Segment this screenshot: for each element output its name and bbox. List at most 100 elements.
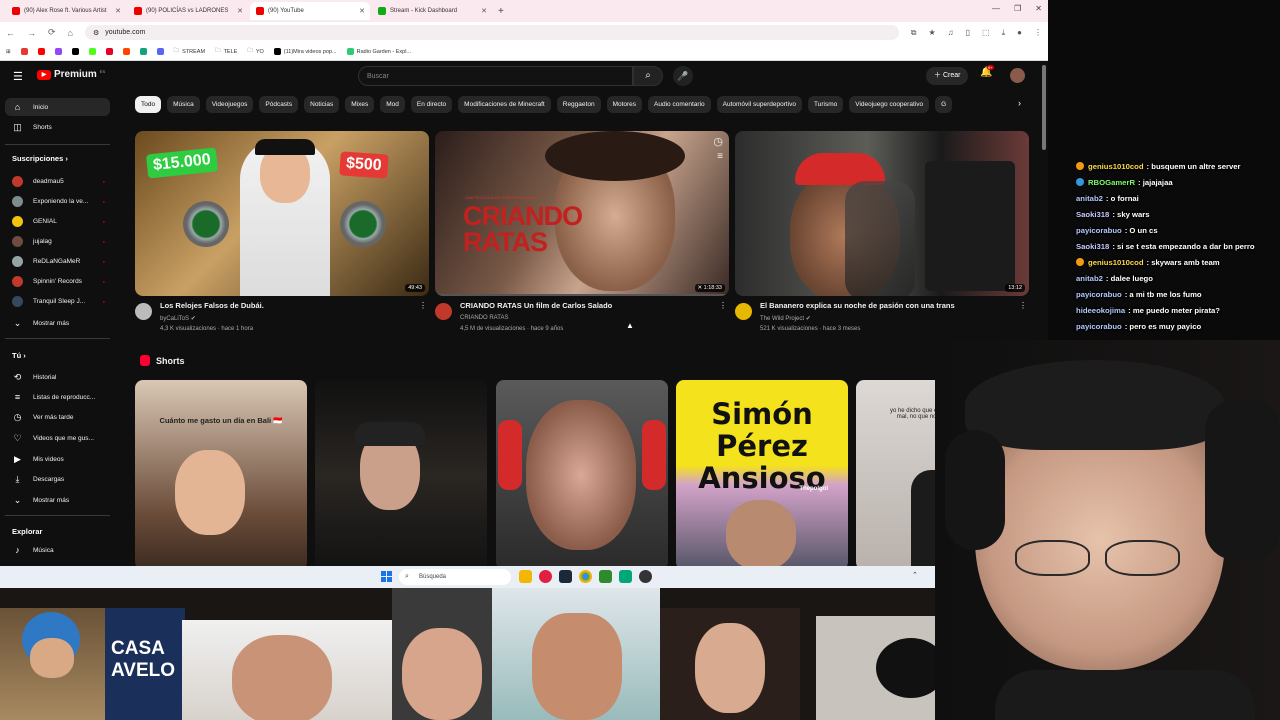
sidebar-item-playlists[interactable]: ≡ Listas de reproducc...	[5, 388, 110, 406]
star-icon[interactable]: ★	[928, 28, 935, 38]
chip[interactable]: Mixes	[345, 96, 375, 113]
search-button[interactable]: ⌕	[633, 66, 663, 86]
add-to-queue-icon[interactable]: ≡	[717, 151, 723, 162]
app-icon[interactable]	[619, 570, 632, 583]
short-card[interactable]: Simón Pérez Ansioso Thepolgol	[676, 380, 848, 566]
more-options-icon[interactable]: ⋮	[1019, 301, 1027, 310]
sidebar-item-downloads[interactable]: ⤓ Descargas	[5, 470, 110, 488]
short-card[interactable]	[315, 380, 487, 566]
video-title[interactable]: CRIANDO RATAS Un film de Carlos Salado	[460, 301, 710, 310]
chip[interactable]: Turismo	[808, 96, 844, 113]
chip[interactable]: Reggaeton	[556, 96, 601, 113]
browser-tab[interactable]: Stream - Kick Dashboard ✕	[372, 2, 492, 20]
subscriptions-header[interactable]: Suscripciones ›	[12, 154, 68, 163]
maximize-icon[interactable]: ❐	[1014, 4, 1021, 13]
media-icon[interactable]: ♫	[948, 28, 954, 38]
bookmark-radio-garden[interactable]: Radio Garden - Expl...	[346, 48, 411, 55]
channel-avatar[interactable]	[435, 303, 452, 320]
bookmark-icon[interactable]	[20, 48, 28, 55]
watch-later-icon[interactable]: ◷	[713, 135, 723, 148]
sidebar-item-inicio[interactable]: ⌂ Inicio	[5, 98, 110, 116]
you-header[interactable]: Tú ›	[12, 351, 26, 360]
forward-icon[interactable]: →	[27, 28, 36, 38]
video-thumbnail[interactable]: $15.000 $500 49:43	[135, 131, 429, 296]
chip[interactable]: Automóvil superdeportivo	[716, 96, 802, 113]
sidebar-icon[interactable]: ▯	[966, 28, 970, 38]
bookmark-icon[interactable]	[88, 48, 96, 55]
bookmark-folder-yo[interactable]: 🗀 YO	[247, 47, 263, 56]
bookmark-icon[interactable]	[139, 48, 147, 55]
browser-tab[interactable]: (90) POLICÍAS vs LADRONES ✕	[128, 2, 248, 20]
chip[interactable]: G	[935, 96, 953, 113]
tray-chevron-up-icon[interactable]: ⌃	[912, 571, 918, 579]
search-input[interactable]: Buscar	[358, 66, 633, 86]
short-card[interactable]	[496, 380, 668, 566]
chip[interactable]: Modificaciones de Minecraft	[458, 96, 551, 113]
app-icon[interactable]	[539, 570, 552, 583]
account-avatar[interactable]	[1010, 68, 1025, 83]
new-tab-button[interactable]: +	[498, 6, 504, 17]
notifications-button[interactable]: 🔔 9+	[980, 65, 994, 78]
sidebar-sub-genial[interactable]: GENIAL ●	[5, 212, 110, 230]
steam-icon[interactable]	[559, 570, 572, 583]
browser-tab-active[interactable]: (90) YouTube ✕	[250, 2, 370, 20]
short-card[interactable]: Cuánto me gasto un día en Bali 🇮🇩	[135, 380, 307, 566]
sidebar-item-musica[interactable]: ♪ Música	[5, 541, 110, 559]
app-icon[interactable]	[599, 570, 612, 583]
chip[interactable]: Audio comentario	[648, 96, 711, 113]
sidebar-sub-deadmau5[interactable]: deadmau5 ●	[5, 172, 110, 190]
sidebar-sub-tranquil[interactable]: Tranquil Sleep J... ●	[5, 292, 110, 310]
chip[interactable]: En directo	[410, 96, 453, 113]
close-icon[interactable]: ✕	[115, 7, 121, 15]
channel-name[interactable]: CRIANDO RATAS	[460, 315, 508, 321]
site-info-icon[interactable]: ⚙	[93, 29, 99, 37]
youtube-logo[interactable]: ▶ Premium ES	[37, 69, 105, 80]
bookmark-icon[interactable]	[54, 48, 62, 55]
menu-icon[interactable]: ⋮	[1034, 28, 1042, 38]
close-icon[interactable]: ✕	[359, 7, 365, 15]
close-window-icon[interactable]: ✕	[1035, 4, 1042, 13]
sidebar-sub-exponiendo[interactable]: Exponiendo la ve... ●	[5, 192, 110, 210]
install-icon[interactable]: ⧉	[911, 28, 917, 38]
close-icon[interactable]: ✕	[237, 7, 243, 15]
more-options-icon[interactable]: ⋮	[419, 301, 427, 310]
home-browser-icon[interactable]: ⌂	[68, 28, 73, 38]
bookmark-icon[interactable]	[37, 48, 45, 55]
downloads-icon[interactable]: ⤓	[1002, 28, 1006, 38]
obs-icon[interactable]	[639, 570, 652, 583]
bookmark-folder-stream[interactable]: 🗀 STREAM	[174, 47, 205, 56]
video-thumbnail[interactable]: 13:12	[735, 131, 1029, 296]
sidebar-item-liked[interactable]: ♡ Videos que me gus...	[5, 429, 110, 447]
extensions-icon[interactable]: ⬚	[982, 28, 990, 38]
minimize-icon[interactable]: —	[992, 4, 1000, 13]
sidebar-item-historial[interactable]: ⟲ Historial	[5, 368, 110, 386]
chip[interactable]: Noticias	[304, 96, 340, 113]
browser-tab[interactable]: (90) Alex Rose ft. Various Artist ✕	[6, 2, 126, 20]
scrollbar-thumb[interactable]	[1042, 65, 1046, 150]
bookmark-tiktok[interactable]: (11)Mira videos pop...	[273, 48, 337, 55]
bookmark-icon[interactable]	[105, 48, 113, 55]
bookmark-folder-tele[interactable]: 🗀 TELE	[215, 47, 237, 56]
sidebar-item-shorts[interactable]: ◫ Shorts	[5, 118, 110, 136]
back-icon[interactable]: ←	[6, 28, 15, 38]
profile-icon[interactable]: ●	[1017, 28, 1022, 38]
sidebar-show-more-subs[interactable]: ⌄ Mostrar más	[5, 314, 110, 332]
more-options-icon[interactable]: ⋮	[719, 301, 727, 310]
video-thumbnail[interactable]: UNA PELÍCULA DE CARLOS SALADO CRIANDO RA…	[435, 131, 729, 296]
channel-avatar[interactable]	[735, 303, 752, 320]
bookmark-icon[interactable]	[71, 48, 79, 55]
video-title[interactable]: El Bananero explica su noche de pasión c…	[760, 301, 1010, 310]
create-button[interactable]: ＋ Crear	[926, 67, 969, 85]
hamburger-menu-icon[interactable]: ☰	[13, 70, 23, 83]
url-field[interactable]: ⚙ youtube.com	[84, 25, 899, 40]
channel-avatar[interactable]	[135, 303, 152, 320]
chip[interactable]: Videojuegos	[205, 96, 254, 113]
channel-name[interactable]: byCaLiToS ✔	[160, 315, 196, 322]
sidebar-sub-redlangamer[interactable]: ReDLaNGaMeR ●	[5, 252, 110, 270]
file-explorer-icon[interactable]	[519, 570, 532, 583]
sidebar-item-watch-later[interactable]: ◷ Ver más tarde	[5, 408, 110, 426]
windows-start-icon[interactable]	[381, 571, 392, 582]
chrome-icon[interactable]	[579, 570, 592, 583]
bookmark-icon[interactable]	[122, 48, 130, 55]
chip[interactable]: Videojuego cooperativo	[849, 96, 930, 113]
